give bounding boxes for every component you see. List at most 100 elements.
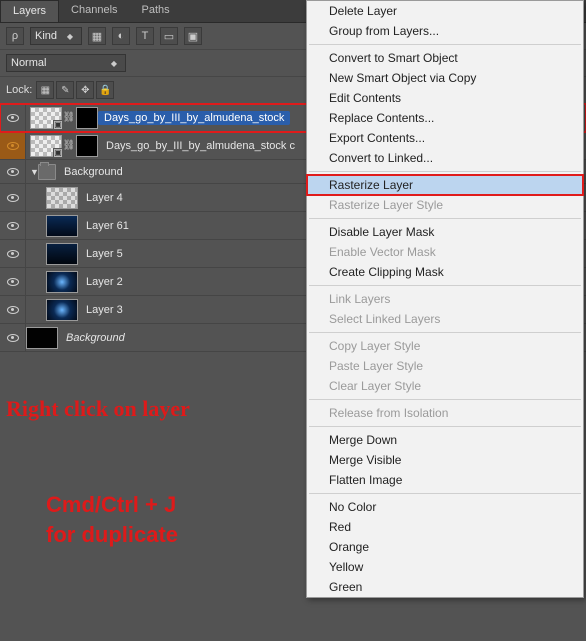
ctx-flatten-image[interactable]: Flatten Image <box>307 470 583 490</box>
layer-thumb[interactable]: ▣ <box>30 135 62 157</box>
lock-pixels-icon[interactable]: ✎ <box>56 81 74 99</box>
kind-label: Kind <box>35 30 57 42</box>
eye-icon <box>7 222 19 230</box>
annotation-duplicate: Cmd/Ctrl + J for duplicate <box>46 490 178 549</box>
eye-icon <box>7 194 19 202</box>
visibility-toggle[interactable] <box>0 160 26 183</box>
ctx-release-isolation: Release from Isolation <box>307 403 583 423</box>
group-disclosure-icon[interactable]: ▼ <box>26 167 36 177</box>
ctx-yellow[interactable]: Yellow <box>307 557 583 577</box>
folder-icon <box>38 164 56 180</box>
eye-icon <box>7 250 19 258</box>
eye-icon <box>7 306 19 314</box>
blend-mode-select[interactable]: Normal ◆ <box>6 54 126 72</box>
layer-mask-thumb[interactable] <box>76 107 98 129</box>
context-menu: Delete Layer Group from Layers... Conver… <box>306 0 584 598</box>
chevron-down-icon: ◆ <box>107 59 121 68</box>
visibility-toggle[interactable] <box>0 296 26 323</box>
layer-name[interactable]: Layer 3 <box>78 304 123 316</box>
link-icon: ⛓ <box>64 109 74 127</box>
ctx-separator <box>309 426 581 427</box>
visibility-toggle[interactable] <box>0 324 26 351</box>
tab-channels[interactable]: Channels <box>59 0 129 22</box>
filter-shape-icon[interactable]: ▭ <box>160 27 178 45</box>
ctx-clear-layer-style: Clear Layer Style <box>307 376 583 396</box>
lock-icons: ▦ ✎ ✥ 🔒 <box>36 81 114 99</box>
eye-icon <box>7 278 19 286</box>
eye-icon <box>7 334 19 342</box>
ctx-convert-smart-object[interactable]: Convert to Smart Object <box>307 48 583 68</box>
layer-thumb[interactable] <box>46 271 78 293</box>
layer-thumb[interactable] <box>46 215 78 237</box>
layer-thumb[interactable]: ▣ <box>30 107 62 129</box>
ctx-link-layers: Link Layers <box>307 289 583 309</box>
annotation-right-click: Right click on layer <box>6 394 190 424</box>
ctx-disable-layer-mask[interactable]: Disable Layer Mask <box>307 222 583 242</box>
layer-mask-thumb[interactable] <box>76 135 98 157</box>
ctx-separator <box>309 218 581 219</box>
group-name[interactable]: Background <box>56 166 123 178</box>
filter-search-icon[interactable]: ρ <box>6 27 24 45</box>
ctx-create-clipping-mask[interactable]: Create Clipping Mask <box>307 262 583 282</box>
filter-pixel-icon[interactable]: ▦ <box>88 27 106 45</box>
layer-thumb[interactable] <box>46 187 78 209</box>
visibility-toggle[interactable] <box>0 268 26 295</box>
annotation-line1: Cmd/Ctrl + J <box>46 492 176 517</box>
visibility-toggle[interactable] <box>0 104 26 131</box>
ctx-orange[interactable]: Orange <box>307 537 583 557</box>
layer-name[interactable]: Layer 4 <box>78 192 123 204</box>
eye-icon <box>7 168 19 176</box>
ctx-edit-contents[interactable]: Edit Contents <box>307 88 583 108</box>
ctx-merge-visible[interactable]: Merge Visible <box>307 450 583 470</box>
eye-icon <box>7 114 19 122</box>
ctx-red[interactable]: Red <box>307 517 583 537</box>
lock-position-icon[interactable]: ✥ <box>76 81 94 99</box>
layer-thumb[interactable] <box>46 243 78 265</box>
filter-type-icon[interactable]: T <box>136 27 154 45</box>
layer-name[interactable]: Days_go_by_III_by_almudena_stock <box>98 111 290 125</box>
layer-name[interactable]: Background <box>58 332 125 344</box>
smart-object-badge: ▣ <box>53 148 63 158</box>
ctx-merge-down[interactable]: Merge Down <box>307 430 583 450</box>
ctx-copy-layer-style: Copy Layer Style <box>307 336 583 356</box>
visibility-toggle[interactable] <box>0 212 26 239</box>
ctx-replace-contents[interactable]: Replace Contents... <box>307 108 583 128</box>
ctx-enable-vector-mask: Enable Vector Mask <box>307 242 583 262</box>
ctx-separator <box>309 285 581 286</box>
ctx-green[interactable]: Green <box>307 577 583 597</box>
layer-name[interactable]: Layer 2 <box>78 276 123 288</box>
filter-smart-icon[interactable]: ▣ <box>184 27 202 45</box>
ctx-paste-layer-style: Paste Layer Style <box>307 356 583 376</box>
ctx-rasterize-layer[interactable]: Rasterize Layer <box>307 175 583 195</box>
layer-thumb[interactable] <box>46 299 78 321</box>
ctx-delete-layer[interactable]: Delete Layer <box>307 1 583 21</box>
visibility-toggle[interactable] <box>0 240 26 267</box>
ctx-convert-linked[interactable]: Convert to Linked... <box>307 148 583 168</box>
layer-thumb[interactable] <box>26 327 58 349</box>
ctx-separator <box>309 332 581 333</box>
layer-name[interactable]: Days_go_by_III_by_almudena_stock c <box>98 140 295 152</box>
ctx-group-from-layers[interactable]: Group from Layers... <box>307 21 583 41</box>
visibility-toggle[interactable] <box>0 132 26 159</box>
ctx-separator <box>309 44 581 45</box>
layer-name[interactable]: Layer 5 <box>78 248 123 260</box>
annotation-line2: for duplicate <box>46 522 178 547</box>
tab-layers[interactable]: Layers <box>0 0 59 22</box>
ctx-select-linked-layers: Select Linked Layers <box>307 309 583 329</box>
ctx-separator <box>309 171 581 172</box>
visibility-toggle[interactable] <box>0 184 26 211</box>
lock-transparent-icon[interactable]: ▦ <box>36 81 54 99</box>
layer-name[interactable]: Layer 61 <box>78 220 129 232</box>
ctx-no-color[interactable]: No Color <box>307 497 583 517</box>
chevron-down-icon: ◆ <box>63 32 77 41</box>
ctx-export-contents[interactable]: Export Contents... <box>307 128 583 148</box>
link-icon: ⛓ <box>64 137 74 155</box>
lock-label: Lock: <box>6 84 32 96</box>
kind-select[interactable]: Kind ◆ <box>30 27 82 45</box>
tab-paths[interactable]: Paths <box>130 0 182 22</box>
blend-mode-value: Normal <box>11 57 46 69</box>
smart-object-badge: ▣ <box>53 120 63 130</box>
lock-all-icon[interactable]: 🔒 <box>96 81 114 99</box>
filter-adjust-icon[interactable]: ◐ <box>112 27 130 45</box>
ctx-new-smart-object-copy[interactable]: New Smart Object via Copy <box>307 68 583 88</box>
